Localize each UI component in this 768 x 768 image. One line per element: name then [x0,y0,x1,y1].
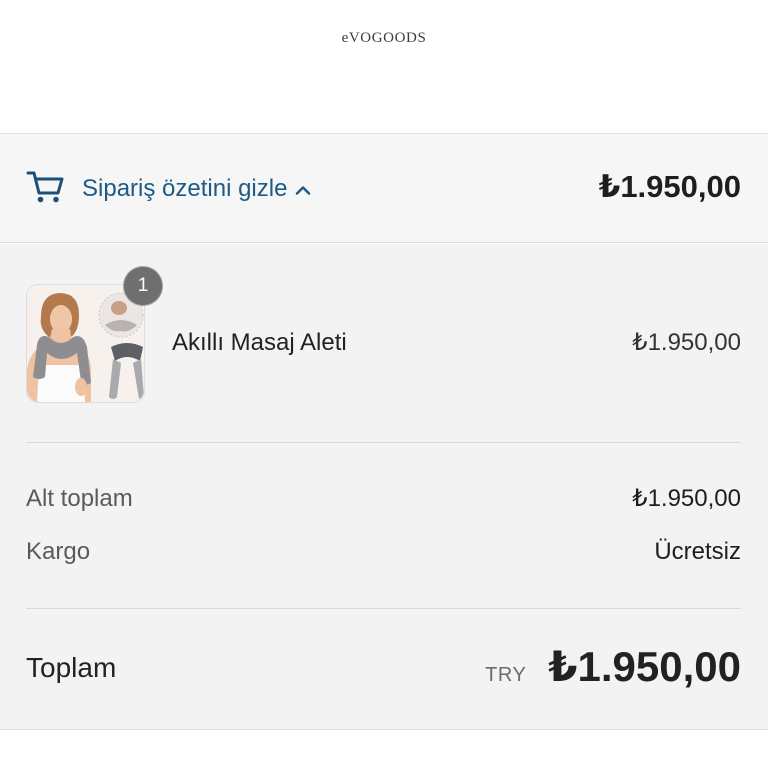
checkout-page: eVOGOODS Sipariş özetini gizle ₺1.950,00 [0,0,768,768]
shipping-value: Ücretsiz [654,538,741,565]
shipping-label: Kargo [26,538,91,565]
quantity-badge: 1 [124,267,162,305]
product-image-frame [27,285,144,402]
product-image [27,285,144,402]
line-item-price: ₺1.950,00 [632,329,741,356]
subtotal-value: ₺1.950,00 [632,485,741,512]
store-logo[interactable]: eVOGOODS [0,29,768,47]
cart-icon [26,171,64,203]
total-amount: TRY ₺1.950,00 [485,641,741,693]
divider [26,442,741,443]
order-summary-toggle[interactable]: Sipariş özetini gizle ₺1.950,00 [0,134,768,243]
divider [26,608,741,609]
chevron-up-icon[interactable] [295,185,311,195]
subtotal-label: Alt toplam [26,485,133,512]
order-summary: 1 Akıllı Masaj Aleti ₺1.950,00 Alt topla… [0,244,768,730]
order-summary-toggle-label[interactable]: Sipariş özetini gizle [82,174,287,204]
total-label: Toplam [26,652,117,683]
store-header: eVOGOODS [0,0,768,134]
order-summary-toggle-total: ₺1.950,00 [598,169,741,204]
order-summary-toggle-text[interactable]: Sipariş özetini gizle [82,174,311,204]
line-item-name: Akıllı Masaj Aleti [172,329,347,356]
product-thumbnail: 1 [26,267,162,403]
currency-code: TRY [485,664,527,686]
total-value: ₺1.950,00 [548,643,741,690]
